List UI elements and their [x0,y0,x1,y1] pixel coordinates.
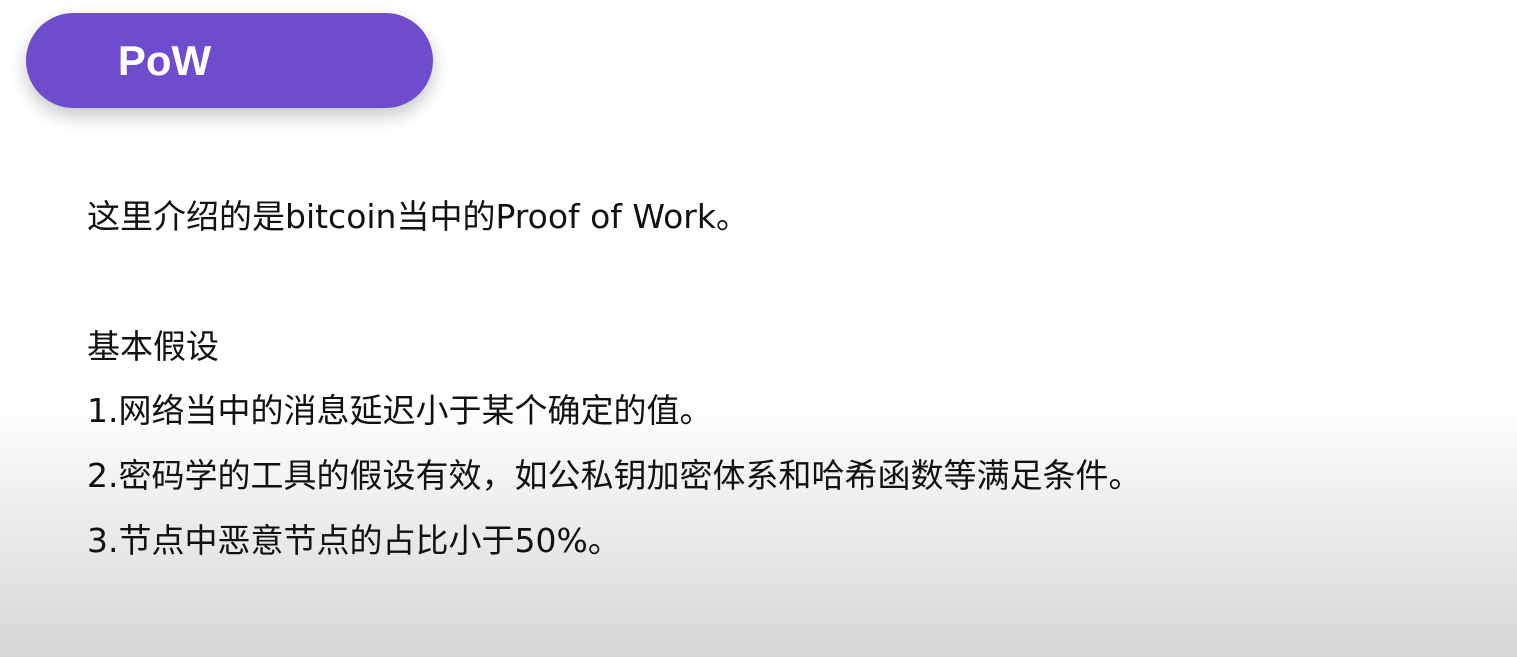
assumption-item-1: 1.网络当中的消息延迟小于某个确定的值。 [87,391,713,430]
intro-text: 这里介绍的是bitcoin当中的Proof of Work。 [87,197,749,236]
assumption-item-3: 3.节点中恶意节点的占比小于50%。 [87,521,621,560]
assumptions-heading: 基本假设 [87,327,219,366]
assumption-item-2: 2.密码学的工具的假设有效，如公私钥加密体系和哈希函数等满足条件。 [87,456,1142,495]
slide-title: PoW [117,36,212,84]
slide-title-pill: PoW [26,13,433,108]
slide-content: 这里介绍的是bitcoin当中的Proof of Work。 基本假设 1.网络… [87,194,1487,583]
